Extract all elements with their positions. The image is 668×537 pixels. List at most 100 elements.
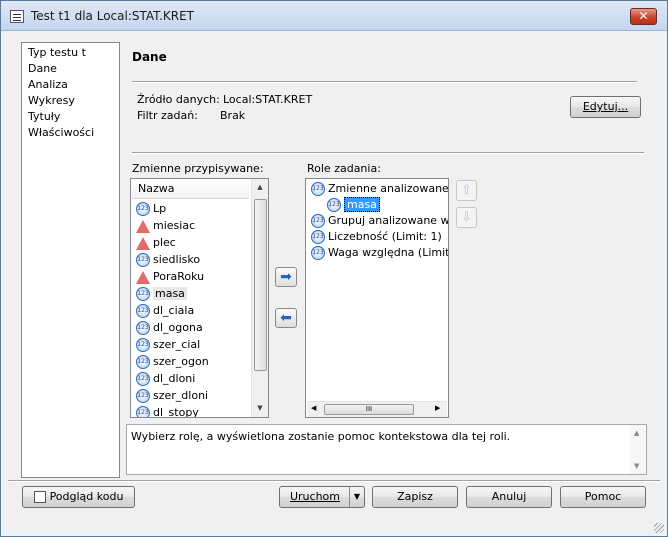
nav-item-wykresy[interactable]: Wykresy: [28, 94, 75, 107]
run-label: Uruchom: [289, 490, 340, 503]
help-button[interactable]: Pomoc: [560, 486, 646, 508]
scroll-down-icon[interactable]: ▼: [634, 462, 639, 470]
section-title: Dane: [132, 50, 167, 64]
role-analyzed-variables[interactable]: 123 Zmienne analizowane: [311, 181, 448, 197]
scroll-right-icon[interactable]: ▶: [435, 404, 440, 412]
numeric-variable-icon: 123: [136, 287, 150, 301]
hscroll-thumb[interactable]: III: [324, 404, 414, 415]
numeric-variable-icon: 123: [136, 406, 150, 417]
filter-label: Filtr zadań:: [137, 109, 198, 122]
nav-item-analiza[interactable]: Analiza: [28, 78, 68, 91]
role-icon: 123: [311, 230, 325, 244]
roles-tree[interactable]: 123 Zmienne analizowane 123 masa 123 Grupuj…: [305, 178, 449, 418]
variable-name: plec: [153, 236, 176, 249]
variable-row[interactable]: 123 szer_cial: [136, 337, 200, 353]
scroll-down-icon[interactable]: ▼: [252, 404, 268, 412]
variable-name: szer_cial: [153, 338, 201, 351]
nav-item-dane[interactable]: Dane: [28, 62, 57, 75]
role-label: Grupuj analizowane wg: [328, 214, 449, 227]
variable-row[interactable]: plec: [136, 235, 176, 251]
variable-row[interactable]: PoraRoku: [136, 269, 204, 285]
categorical-variable-icon: [136, 236, 150, 250]
nav-item-typ-testu[interactable]: Typ testu t: [28, 46, 86, 59]
variables-scrollbar[interactable]: ▲ ▼: [251, 179, 268, 417]
remove-left-arrow-icon[interactable]: ⬅: [275, 308, 297, 328]
scroll-up-icon[interactable]: ▲: [634, 429, 639, 437]
app-icon: [10, 10, 24, 23]
variable-name: PoraRoku: [153, 270, 205, 283]
context-help-box: Wybierz rolę, a wyświetlona zostanie pom…: [126, 424, 647, 475]
scroll-thumb[interactable]: [254, 199, 267, 371]
roles-hscrollbar[interactable]: ◀ III ▶: [307, 401, 447, 417]
title-bar[interactable]: Test t1 dla Local:STAT.KRET ✕: [1, 1, 667, 31]
numeric-variable-icon: 123: [136, 253, 150, 267]
source-value: Local:STAT.KRET: [223, 93, 313, 106]
categorical-variable-icon: [136, 270, 150, 284]
variable-name: szer_dloni: [153, 389, 209, 402]
cancel-button[interactable]: Anuluj: [466, 486, 552, 508]
scroll-up-icon[interactable]: ▲: [252, 183, 268, 191]
variable-name: szer_ogon: [153, 355, 209, 368]
nav-item-wlasciwosci[interactable]: Właściwości: [28, 126, 94, 139]
variable-row[interactable]: 123 dl_dloni: [136, 371, 195, 387]
variable-row[interactable]: 123 szer_ogon: [136, 354, 209, 370]
close-button[interactable]: ✕: [630, 8, 657, 25]
variables-list[interactable]: Nazwa 123 Lp miesiac plec 123 siedlisko PoraRo…: [130, 178, 269, 418]
preview-code-button[interactable]: Podgląd kodu: [22, 486, 135, 508]
move-down-arrow-icon[interactable]: ⇩: [456, 207, 477, 228]
variable-name: masa: [153, 287, 187, 300]
context-help-text: Wybierz rolę, a wyświetlona zostanie pom…: [131, 430, 511, 443]
variable-name: dl_stopy: [153, 406, 199, 418]
variable-name: Lp: [153, 202, 167, 215]
edit-button[interactable]: Edytuj...: [570, 96, 641, 118]
variable-name: dl_ogona: [153, 321, 203, 334]
run-button[interactable]: Uruchom ▼: [279, 486, 365, 508]
variable-row[interactable]: 123 siedlisko: [136, 252, 200, 268]
nav-panel: Typ testu t Dane Analiza Wykresy Tytuły …: [21, 42, 120, 478]
resize-grip-icon[interactable]: [654, 523, 664, 533]
variable-row[interactable]: 123 dl_ciala: [136, 303, 194, 319]
assign-right-arrow-icon[interactable]: ➡: [275, 267, 297, 287]
column-header-nazwa[interactable]: Nazwa: [132, 180, 249, 199]
dialog-body: Typ testu t Dane Analiza Wykresy Tytuły …: [8, 32, 660, 531]
role-icon: 123: [311, 182, 325, 196]
save-button[interactable]: Zapisz: [372, 486, 458, 508]
numeric-variable-icon: 123: [327, 198, 341, 212]
variable-row[interactable]: 123 Lp: [136, 201, 166, 217]
numeric-variable-icon: 123: [136, 372, 150, 386]
nav-item-tytuly[interactable]: Tytuły: [28, 110, 60, 123]
categorical-variable-icon: [136, 219, 150, 233]
variable-name: dl_dloni: [153, 372, 196, 385]
dialog-window: Test t1 dla Local:STAT.KRET ✕ Typ testu …: [0, 0, 668, 537]
numeric-variable-icon: 123: [136, 202, 150, 216]
variable-name: miesiac: [153, 219, 196, 232]
window-title: Test t1 dla Local:STAT.KRET: [31, 9, 194, 23]
run-dropdown-arrow-icon[interactable]: ▼: [349, 487, 364, 507]
role-group-by[interactable]: 123 Grupuj analizowane wg: [311, 213, 449, 229]
numeric-variable-icon: 123: [136, 338, 150, 352]
help-scrollbar[interactable]: ▲ ▼: [630, 425, 646, 474]
role-icon: 123: [311, 246, 325, 260]
roles-label: Role zadania:: [307, 162, 381, 175]
variable-row[interactable]: miesiac: [136, 218, 195, 234]
variable-row[interactable]: 123 dl_ogona: [136, 320, 203, 336]
preview-code-label: Podgląd kodu: [49, 490, 124, 503]
variable-name: siedlisko: [153, 253, 201, 266]
variable-row[interactable]: 123 masa: [136, 286, 187, 302]
numeric-variable-icon: 123: [136, 389, 150, 403]
save-label: Zapisz: [397, 490, 433, 503]
role-child-masa[interactable]: 123 masa: [327, 197, 380, 213]
role-label: Waga względna (Limit: 1): [328, 246, 448, 259]
variable-row[interactable]: 123 dl_stopy: [136, 405, 199, 418]
variable-name: dl_ciala: [153, 304, 195, 317]
code-preview-icon: [33, 491, 46, 503]
divider: [132, 81, 637, 83]
role-label: Liczebność (Limit: 1): [328, 230, 442, 243]
role-relative-weight[interactable]: 123Waga względna (Limit: 1): [311, 245, 448, 261]
variable-row[interactable]: 123 szer_dloni: [136, 388, 208, 404]
scroll-left-icon[interactable]: ◀: [311, 404, 316, 412]
divider: [132, 152, 644, 154]
variables-label: Zmienne przypisywane:: [132, 162, 264, 175]
role-frequency[interactable]: 123 Liczebność (Limit: 1): [311, 229, 442, 245]
move-up-arrow-icon[interactable]: ⇧: [456, 180, 477, 201]
